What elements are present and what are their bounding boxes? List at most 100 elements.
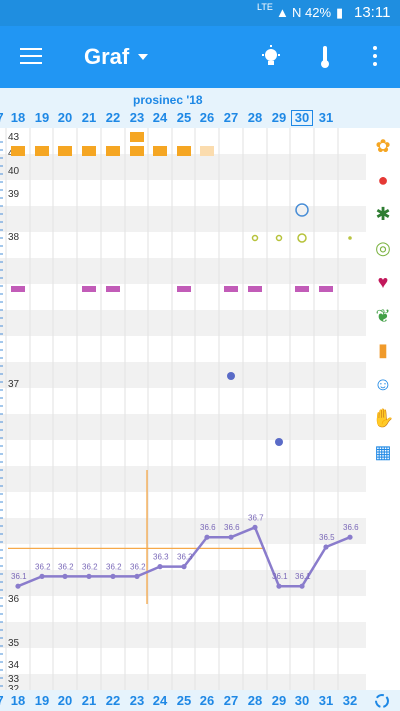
day-footer-cell[interactable]: 20 — [54, 693, 76, 708]
menstruation-marker — [200, 146, 214, 156]
day-footer-cell[interactable]: 31 — [315, 693, 337, 708]
day-header-cell[interactable]: 31 — [315, 110, 337, 125]
day-header-cell[interactable]: 18 — [7, 110, 29, 125]
day-header-cell[interactable]: 26 — [196, 110, 218, 125]
day-header-cell[interactable]: 23 — [126, 110, 148, 125]
day-footer-cell[interactable]: 32 — [339, 693, 361, 708]
intercourse-marker — [11, 286, 25, 292]
temperature-chart[interactable]: 434140393837363534333236.136.236.236.236… — [0, 128, 366, 690]
temperature-label: 36.5 — [319, 533, 335, 542]
grid-band — [0, 466, 366, 492]
grid-band — [0, 258, 366, 284]
y-tick-label: 36 — [8, 594, 20, 605]
flower-icon[interactable]: ✿ — [372, 136, 394, 158]
grid-band — [0, 622, 366, 648]
temperature-point — [110, 573, 116, 579]
ovulation-marker — [130, 132, 144, 142]
day-header-cell[interactable]: 29 — [268, 110, 290, 125]
day-footer-cell[interactable]: 25 — [173, 693, 195, 708]
sync-icon[interactable] — [373, 692, 391, 710]
mucus-marker — [275, 234, 283, 242]
day-footer-cell[interactable]: 21 — [78, 693, 100, 708]
lightbulb-icon[interactable] — [260, 44, 282, 70]
smiley-icon[interactable]: ☺ — [372, 374, 394, 396]
more-vert-icon[interactable] — [370, 44, 380, 68]
temperature-label: 36.2 — [58, 562, 74, 571]
mucus-marker — [251, 234, 259, 242]
signal-icon: ▲ — [276, 5, 289, 20]
day-footer[interactable]: 7181920212223242526272829303132 — [0, 690, 400, 711]
day-footer-cell[interactable]: 22 — [102, 693, 124, 708]
temperature-point — [62, 573, 68, 579]
mucus-marker — [297, 233, 307, 243]
day-footer-cell[interactable]: 18 — [7, 693, 29, 708]
day-header-cell[interactable]: 22 — [102, 110, 124, 125]
heart-icon[interactable]: ♥ — [372, 272, 394, 294]
temperature-label: 36.3 — [177, 553, 193, 562]
y-tick-label: 35 — [8, 638, 20, 649]
day-footer-cell[interactable]: 27 — [220, 693, 242, 708]
document-icon[interactable]: ▦ — [372, 442, 394, 464]
grid-band — [0, 206, 366, 232]
day-footer-cell[interactable]: 28 — [244, 693, 266, 708]
day-footer-cell[interactable]: 29 — [268, 693, 290, 708]
network-type: LTE — [257, 2, 273, 12]
grid-band — [0, 518, 366, 544]
intercourse-marker — [82, 286, 96, 292]
day-footer-cell[interactable]: 19 — [31, 693, 53, 708]
clock: 13:11 — [354, 4, 391, 21]
intercourse-marker — [177, 286, 191, 292]
y-tick-label: 40 — [8, 166, 20, 177]
temperature-label: 36.1 — [295, 572, 311, 581]
temperature-point — [39, 573, 45, 579]
menstruation-marker — [82, 146, 96, 156]
temperature-label: 36.6 — [200, 523, 216, 532]
day-header[interactable]: 71819202122232425262728293031 — [0, 108, 400, 128]
misc-dot — [227, 372, 235, 380]
intercourse-marker — [319, 286, 333, 292]
y-tick-label: 38 — [8, 232, 20, 243]
temperature-point — [347, 534, 353, 540]
y-tick-label: 39 — [8, 189, 20, 200]
medicine-icon[interactable]: ▮ — [372, 340, 394, 362]
temperature-label: 36.2 — [35, 562, 51, 571]
day-footer-cell[interactable]: 30 — [291, 693, 313, 708]
hand-icon[interactable]: ✋ — [372, 408, 394, 430]
day-header-cell[interactable]: 30 — [291, 110, 313, 126]
day-header-cell[interactable]: 19 — [31, 110, 53, 125]
ring-icon[interactable]: ◎ — [372, 238, 394, 260]
day-header-cell[interactable]: 20 — [54, 110, 76, 125]
day-footer-cell[interactable]: 26 — [196, 693, 218, 708]
day-header-cell[interactable]: 28 — [244, 110, 266, 125]
hamburger-menu-icon[interactable] — [20, 48, 42, 66]
day-header-cell[interactable]: 21 — [78, 110, 100, 125]
thermometer-icon[interactable] — [316, 44, 334, 70]
temperature-label: 36.1 — [11, 572, 27, 581]
day-footer-cell[interactable]: 24 — [149, 693, 171, 708]
splash-icon[interactable]: ✱ — [372, 204, 394, 226]
day-header-cell[interactable]: 25 — [173, 110, 195, 125]
temperature-label: 36.2 — [106, 562, 122, 571]
chevron-down-icon[interactable] — [138, 54, 148, 60]
grid-band — [0, 154, 366, 180]
drop-icon[interactable]: ● — [372, 170, 394, 192]
temperature-point — [15, 583, 21, 589]
y-tick-label: 34 — [8, 660, 20, 671]
view-title[interactable]: Graf — [84, 44, 129, 70]
intercourse-marker — [106, 286, 120, 292]
menstruation-marker — [177, 146, 191, 156]
day-header-cell[interactable]: 24 — [149, 110, 171, 125]
temperature-label: 36.2 — [130, 562, 146, 571]
menstruation-marker — [130, 146, 144, 156]
battery-level: 42% — [305, 5, 332, 20]
battery-icon: ▮ — [336, 5, 344, 20]
day-header-cell[interactable]: 27 — [220, 110, 242, 125]
leaf-icon[interactable]: ❦ — [372, 306, 394, 328]
temperature-label: 36.1 — [272, 572, 288, 581]
temperature-point — [299, 583, 305, 589]
grid-band — [0, 570, 366, 596]
grid-band — [0, 674, 366, 690]
grid-band — [0, 362, 366, 388]
symptom-sidebar: ✿ ● ✱ ◎ ♥ ❦ ▮ ☺ ✋ ▦ — [366, 128, 400, 690]
day-footer-cell[interactable]: 23 — [126, 693, 148, 708]
